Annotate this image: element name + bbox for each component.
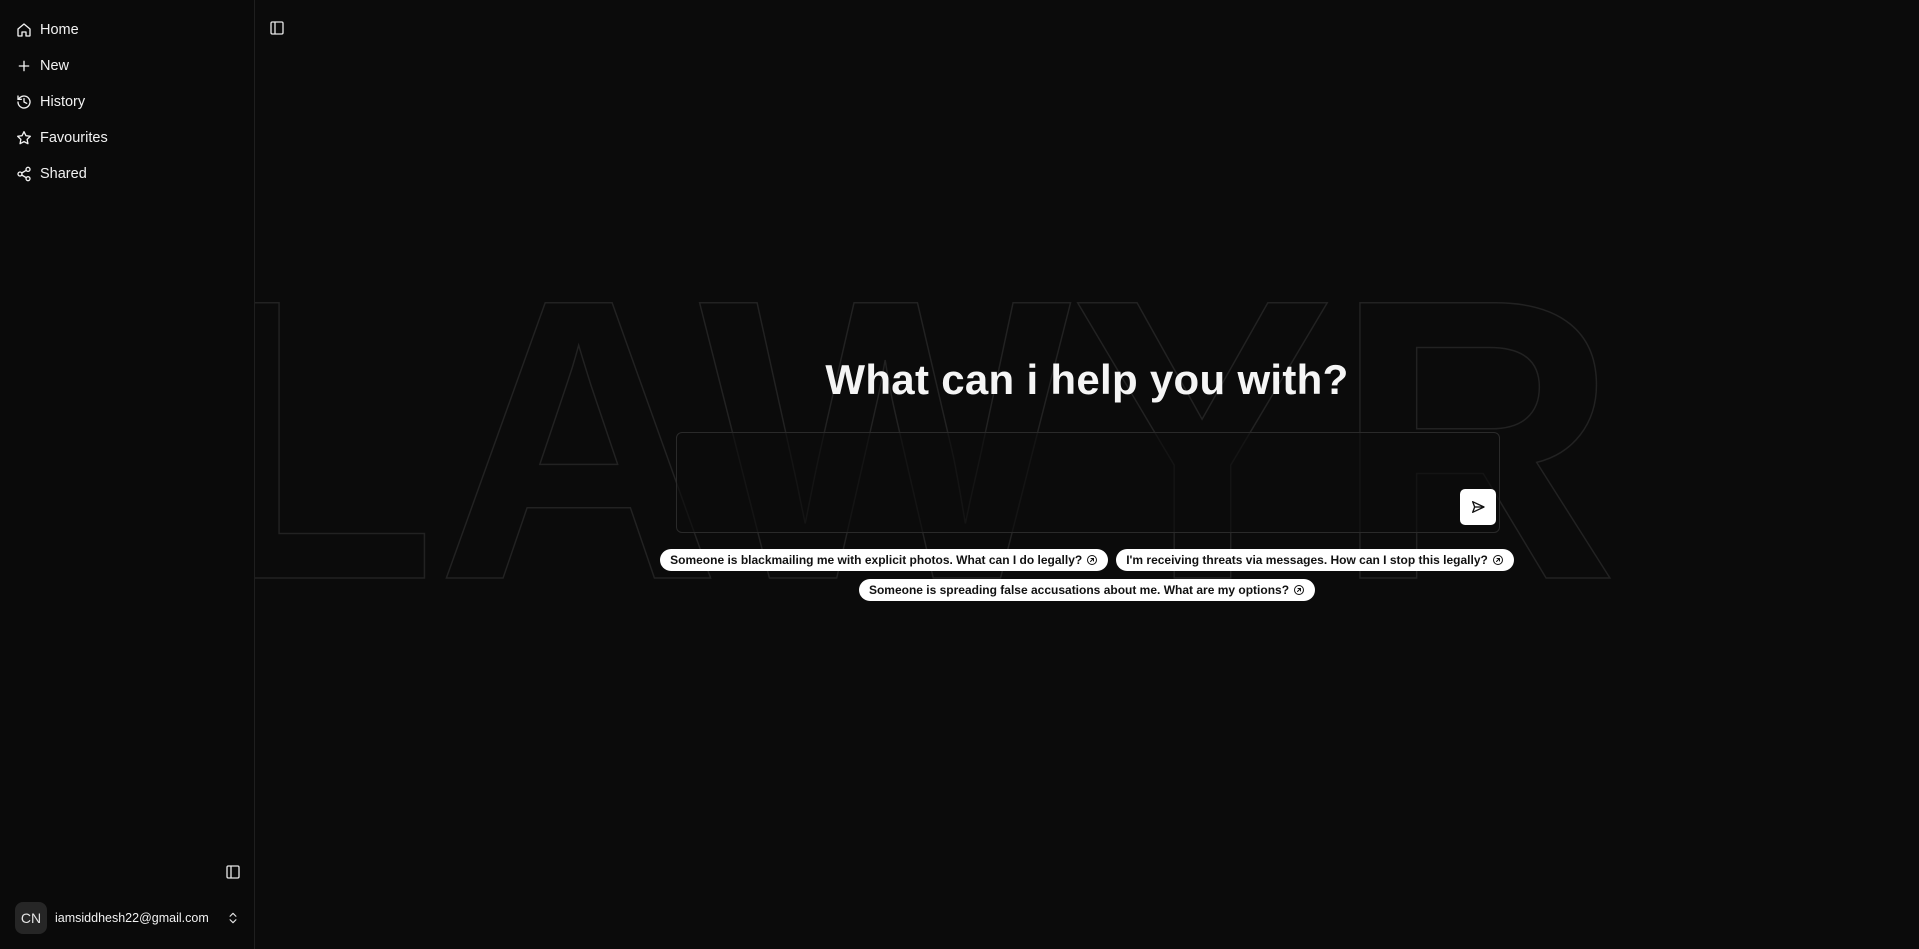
external-arrow-icon (1086, 554, 1098, 566)
user-menu[interactable]: CN iamsiddhesh22@gmail.com (15, 902, 240, 934)
page-title: What can i help you with? (825, 356, 1349, 403)
send-button[interactable] (1460, 489, 1496, 525)
avatar: CN (15, 902, 47, 934)
suggestion-text: I'm receiving threats via messages. How … (1126, 553, 1488, 567)
sidebar-item-label: Favourites (40, 130, 108, 146)
main-area: LAWYR What can i help you with? Someone … (255, 0, 1919, 949)
sidebar-item-home[interactable]: Home (0, 12, 254, 48)
external-arrow-icon (1492, 554, 1504, 566)
prompt-box (676, 432, 1500, 533)
sidebar-item-label: History (40, 94, 86, 110)
home-icon (16, 22, 32, 38)
sidebar-toggle-icon[interactable] (269, 20, 285, 36)
star-icon (16, 130, 32, 146)
sidebar-nav: Home New History Favourites Shared (0, 0, 254, 192)
sidebar: Home New History Favourites Shared CN ia… (0, 0, 255, 949)
chevrons-up-down-icon (226, 911, 240, 925)
plus-icon (16, 58, 32, 74)
send-icon (1472, 501, 1485, 513)
sidebar-item-shared[interactable]: Shared (0, 156, 254, 192)
sidebar-collapse-icon[interactable] (225, 864, 241, 880)
app: Home New History Favourites Shared CN ia… (0, 0, 1919, 949)
user-email: iamsiddhesh22@gmail.com (55, 911, 209, 925)
suggestion-chip[interactable]: Someone is blackmailing me with explicit… (660, 549, 1109, 571)
sidebar-item-label: Home (40, 22, 79, 38)
external-arrow-icon (1293, 584, 1305, 596)
sidebar-item-new[interactable]: New (0, 48, 254, 84)
suggestion-list: Someone is blackmailing me with explicit… (255, 549, 1919, 601)
suggestion-chip[interactable]: I'm receiving threats via messages. How … (1116, 549, 1514, 571)
share-icon (16, 166, 32, 182)
suggestion-text: Someone is spreading false accusations a… (868, 583, 1290, 597)
suggestion-chip[interactable]: Someone is spreading false accusations a… (858, 579, 1316, 601)
sidebar-item-label: New (40, 58, 70, 74)
sidebar-item-favourites[interactable]: Favourites (0, 120, 254, 156)
history-icon (16, 94, 32, 110)
suggestion-text: Someone is blackmailing me with explicit… (670, 553, 1083, 567)
prompt-input[interactable] (687, 443, 1447, 523)
sidebar-item-history[interactable]: History (0, 84, 254, 120)
sidebar-item-label: Shared (40, 166, 87, 182)
